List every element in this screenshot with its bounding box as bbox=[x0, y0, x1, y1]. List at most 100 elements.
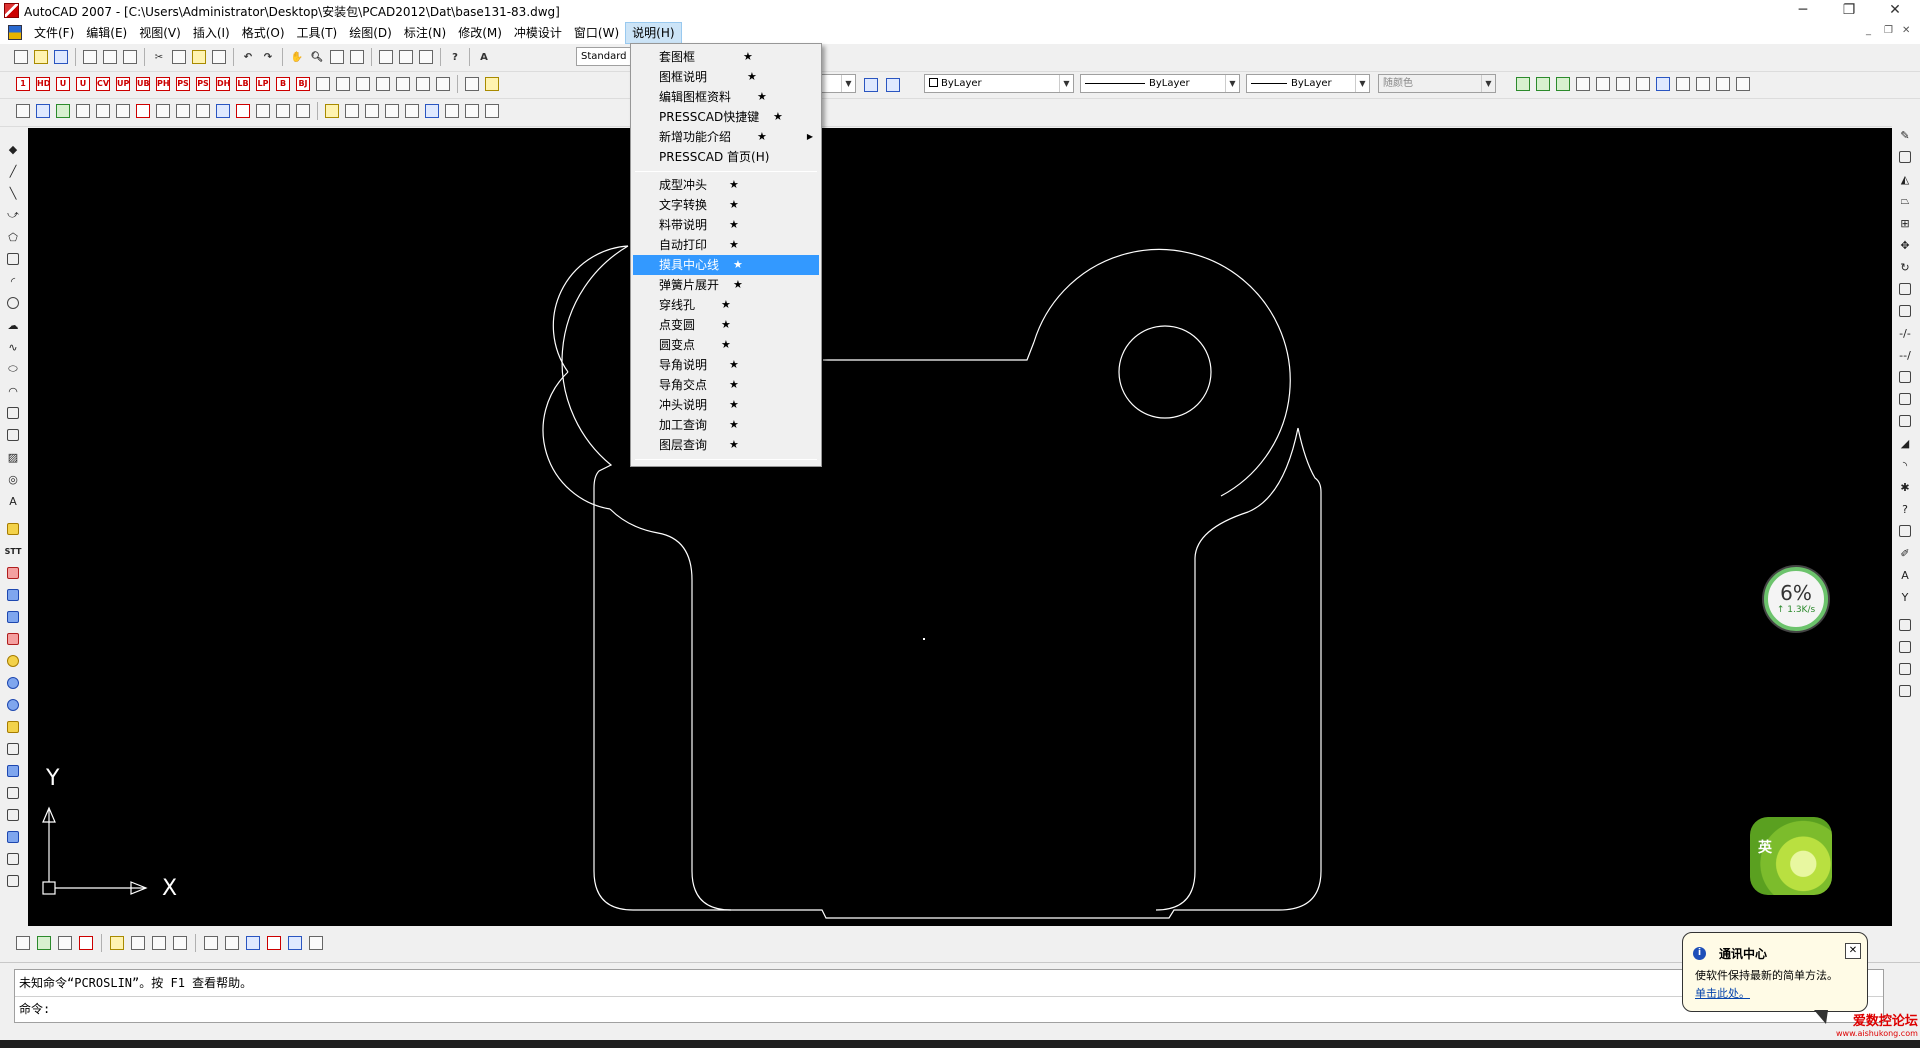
tool-r3-17-icon[interactable] bbox=[343, 102, 361, 120]
render-tool-12-icon[interactable] bbox=[1734, 75, 1752, 93]
dropdown-item-12[interactable]: 穿线孔 ★ bbox=[633, 295, 819, 315]
tool-r3-8-icon[interactable] bbox=[154, 102, 172, 120]
lineweight-combo[interactable]: ByLayer ▼ bbox=[1246, 74, 1370, 93]
presscad-tool-lb-icon[interactable]: LB bbox=[234, 75, 252, 93]
presscad-tool-dh-icon[interactable]: DH bbox=[214, 75, 232, 93]
rotate-icon[interactable]: ↻ bbox=[1896, 258, 1914, 276]
paste-icon[interactable] bbox=[190, 48, 208, 66]
dropdown-item-11[interactable]: 弹簧片展开 ★ bbox=[633, 275, 819, 295]
tool-r3-3-icon[interactable] bbox=[54, 102, 72, 120]
dropdown-item-4[interactable]: 新增功能介绍 ★ ▶ bbox=[633, 127, 819, 147]
dropdown-item-18[interactable]: 加工查询 ★ bbox=[633, 415, 819, 435]
presscad-side-15-icon[interactable] bbox=[4, 828, 22, 846]
presscad-tool-cl7-icon[interactable] bbox=[434, 75, 452, 93]
layer-manager-icon[interactable] bbox=[463, 75, 481, 93]
tool-r3-24-icon[interactable] bbox=[483, 102, 501, 120]
render-tool-10-icon[interactable] bbox=[1694, 75, 1712, 93]
menu-item-10[interactable]: 窗口(W) bbox=[568, 22, 625, 44]
presscad-tool-bj-icon[interactable]: BJ bbox=[294, 75, 312, 93]
menu-item-7[interactable]: 标注(N) bbox=[398, 22, 452, 44]
menu-item-3[interactable]: 插入(I) bbox=[187, 22, 236, 44]
join-icon[interactable] bbox=[1896, 412, 1914, 430]
region-icon[interactable]: ◎ bbox=[4, 470, 22, 488]
presscad-side-stt-icon[interactable]: STT bbox=[4, 542, 22, 560]
break-at-point-icon[interactable] bbox=[1896, 368, 1914, 386]
dropdown-item-19[interactable]: 图层查询 ★ bbox=[633, 435, 819, 455]
tool-r3-23-icon[interactable] bbox=[463, 102, 481, 120]
move-icon[interactable]: ✥ bbox=[1896, 236, 1914, 254]
presscad-side-11-icon[interactable] bbox=[4, 740, 22, 758]
render-tool-4-icon[interactable] bbox=[1574, 75, 1592, 93]
doc-close-icon[interactable]: ✕ bbox=[1902, 25, 1910, 36]
presscad-tool-ph-icon[interactable]: PH bbox=[154, 75, 172, 93]
dropdown-item-8[interactable]: 料带说明 ★ bbox=[633, 215, 819, 235]
presscad-tool-b-icon[interactable]: B bbox=[274, 75, 292, 93]
line-icon[interactable]: ╱ bbox=[4, 162, 22, 180]
presscad-side-16-icon[interactable] bbox=[4, 850, 22, 868]
modify-tool-18-icon[interactable]: ? bbox=[1896, 500, 1914, 518]
menu-item-8[interactable]: 修改(M) bbox=[452, 22, 508, 44]
presscad-tool-cv-icon[interactable]: CV bbox=[94, 75, 112, 93]
render-tool-1-icon[interactable] bbox=[1514, 75, 1532, 93]
rectangle-icon[interactable] bbox=[4, 250, 22, 268]
tool-r3-10-icon[interactable] bbox=[194, 102, 212, 120]
dropdown-item-14[interactable]: 圆变点 ★ bbox=[633, 335, 819, 355]
presscad-side-4-icon[interactable] bbox=[4, 586, 22, 604]
presscad-side-8-icon[interactable] bbox=[4, 674, 22, 692]
dropdown-item-5[interactable]: PRESSCAD 首页(H) bbox=[633, 147, 819, 167]
tool-r3-9-icon[interactable] bbox=[174, 102, 192, 120]
copy-object-icon[interactable] bbox=[1896, 148, 1914, 166]
dropdown-item-15[interactable]: 导角说明 ★ bbox=[633, 355, 819, 375]
presscad-tool-cl5-icon[interactable] bbox=[394, 75, 412, 93]
text-style-combo[interactable]: Standard bbox=[576, 47, 632, 66]
array-icon[interactable]: ⊞ bbox=[1896, 214, 1914, 232]
zoom-realtime-icon[interactable]: 🔍︎ bbox=[308, 48, 326, 66]
layer-previous-icon[interactable] bbox=[884, 76, 902, 94]
new-file-icon[interactable] bbox=[12, 48, 30, 66]
print-icon[interactable] bbox=[81, 48, 99, 66]
presscad-tool-cl1-icon[interactable] bbox=[314, 75, 332, 93]
ime-lime-icon[interactable]: 英 bbox=[1750, 817, 1832, 895]
notification-link[interactable]: 单击此处。 bbox=[1695, 985, 1750, 1001]
make-current-layer-icon[interactable] bbox=[862, 76, 880, 94]
menu-item-1[interactable]: 编辑(E) bbox=[80, 22, 133, 44]
render-tool-7-icon[interactable] bbox=[1634, 75, 1652, 93]
draworder-1-icon[interactable] bbox=[1896, 616, 1914, 634]
render-tool-11-icon[interactable] bbox=[1714, 75, 1732, 93]
menu-item-2[interactable]: 视图(V) bbox=[133, 22, 187, 44]
dropdown-item-6[interactable]: 成型冲头 ★ bbox=[633, 175, 819, 195]
tool-r3-5-icon[interactable] bbox=[94, 102, 112, 120]
bottom-tool-10-icon[interactable] bbox=[223, 934, 241, 952]
lock-icon[interactable] bbox=[234, 102, 252, 120]
draworder-3-icon[interactable] bbox=[1896, 660, 1914, 678]
draworder-2-icon[interactable] bbox=[1896, 638, 1914, 656]
tool-r3-1-icon[interactable] bbox=[14, 102, 32, 120]
layer-on-icon[interactable] bbox=[483, 75, 501, 93]
render-tool-9-icon[interactable] bbox=[1674, 75, 1692, 93]
pan-icon[interactable]: ✋ bbox=[288, 48, 306, 66]
color-combo[interactable]: ByLayer ▼ bbox=[924, 74, 1074, 93]
presscad-tool-ub-icon[interactable]: UB bbox=[134, 75, 152, 93]
dropdown-item-7[interactable]: 文字转换 ★ bbox=[633, 195, 819, 215]
redo-icon[interactable]: ↷ bbox=[259, 48, 277, 66]
dropdown-item-2[interactable]: 编辑图框资料 ★ bbox=[633, 87, 819, 107]
undo-icon[interactable]: ↶ bbox=[239, 48, 257, 66]
menu-item-5[interactable]: 工具(T) bbox=[291, 22, 344, 44]
print-preview-icon[interactable] bbox=[101, 48, 119, 66]
tool-r3-15-icon[interactable] bbox=[294, 102, 312, 120]
text-style-icon[interactable]: A bbox=[475, 48, 493, 66]
presscad-side-10-icon[interactable] bbox=[4, 718, 22, 736]
presscad-side-17-icon[interactable] bbox=[4, 872, 22, 890]
tool-r3-14-icon[interactable] bbox=[274, 102, 292, 120]
break-icon[interactable] bbox=[1896, 390, 1914, 408]
ellipse-arc-icon[interactable]: ◠ bbox=[4, 382, 22, 400]
presscad-tool-u2-icon[interactable]: U bbox=[74, 75, 92, 93]
menu-item-6[interactable]: 绘图(D) bbox=[343, 22, 398, 44]
modify-tool-20-icon[interactable]: ✐ bbox=[1896, 544, 1914, 562]
stretch-icon[interactable] bbox=[1896, 302, 1914, 320]
render-tool-5-icon[interactable] bbox=[1594, 75, 1612, 93]
explode-icon[interactable]: ✱ bbox=[1896, 478, 1914, 496]
menu-item-11[interactable]: 说明(H) bbox=[625, 22, 682, 44]
presscad-tool-cl2-icon[interactable] bbox=[334, 75, 352, 93]
menu-item-0[interactable]: 文件(F) bbox=[28, 22, 80, 44]
